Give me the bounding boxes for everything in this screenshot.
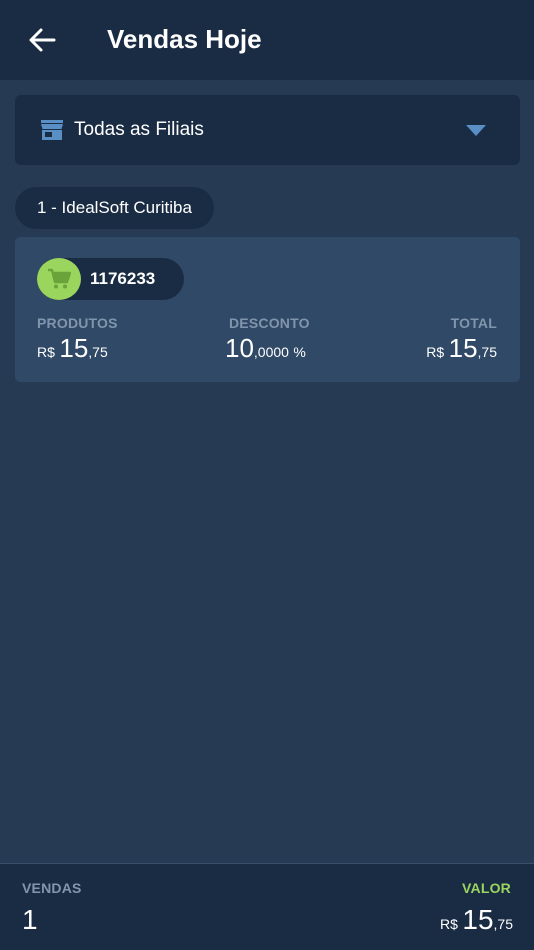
cart-icon — [48, 268, 71, 289]
sale-card[interactable]: 1176233 PRODUTOS R$ 15,75 DESCONTO 10,00… — [15, 237, 520, 382]
branch-chip-label: 1 - IdealSoft Curitiba — [37, 198, 192, 217]
valor-value: R$ 15,75 — [440, 904, 513, 936]
vendas-label: VENDAS — [22, 880, 82, 896]
produtos-label: PRODUTOS — [37, 315, 118, 331]
total-dec: ,75 — [477, 344, 497, 360]
page-title: Vendas Hoje — [107, 24, 262, 54]
total-label: TOTAL — [450, 315, 497, 331]
branch-filter-label: Todas as Filiais — [74, 119, 204, 140]
valor-int: 15 — [462, 904, 494, 935]
branch-filter-select[interactable]: Todas as Filiais — [15, 95, 520, 165]
valor-label: VALOR — [462, 880, 511, 896]
arrow-left-icon — [29, 28, 56, 52]
produtos-dec: ,75 — [88, 344, 108, 360]
total-currency: R$ — [426, 344, 445, 360]
store-icon — [41, 120, 63, 140]
cart-badge — [37, 258, 81, 300]
produtos-currency: R$ — [37, 344, 55, 360]
produtos-int: 15 — [59, 333, 89, 363]
produtos-value: R$ 15,75 — [37, 333, 108, 364]
branch-chip[interactable]: 1 - IdealSoft Curitiba — [15, 187, 214, 229]
desconto-value: 10,0000 % — [225, 333, 306, 364]
desconto-label: DESCONTO — [229, 315, 310, 331]
chevron-down-icon — [466, 125, 486, 136]
sale-id-pill: 1176233 — [37, 258, 184, 300]
total-int: 15 — [448, 333, 478, 363]
valor-dec: ,75 — [493, 916, 513, 932]
app-bar: Vendas Hoje — [0, 0, 534, 80]
desconto-int: 10 — [225, 333, 254, 363]
back-button[interactable] — [22, 22, 62, 58]
valor-currency: R$ — [440, 916, 458, 932]
app-root: Vendas Hoje Todas as Filiais 1 - IdealSo… — [0, 0, 534, 950]
sale-id: 1176233 — [90, 269, 156, 288]
total-value: R$ 15,75 — [426, 333, 497, 364]
summary-footer: VENDAS 1 VALOR R$ 15,75 — [0, 863, 534, 950]
desconto-dec: ,0000 — [253, 344, 289, 360]
desconto-unit: % — [293, 344, 306, 360]
vendas-count: 1 — [22, 904, 38, 935]
